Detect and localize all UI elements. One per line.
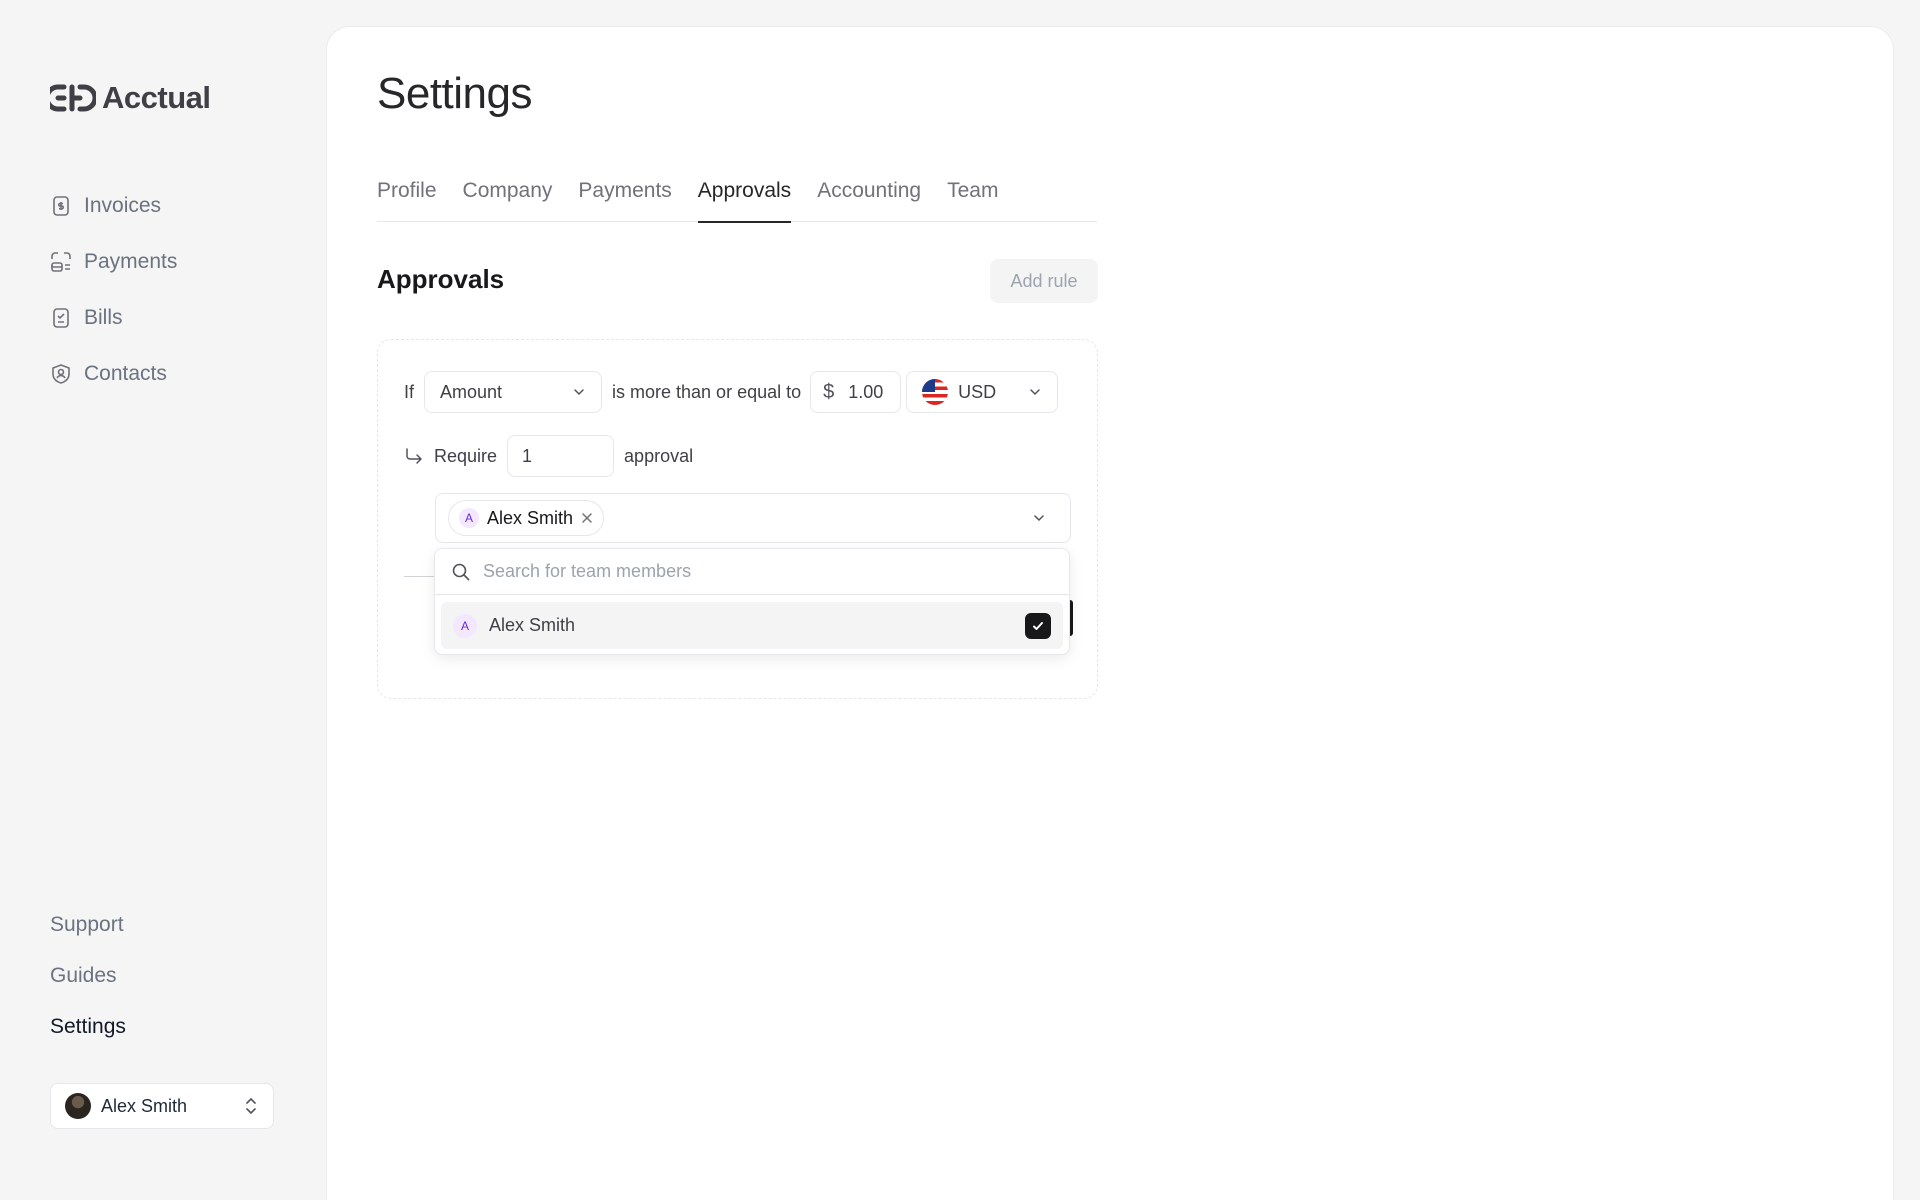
chevron-down-icon: [1034, 515, 1044, 522]
dropdown-option[interactable]: A Alex Smith: [441, 602, 1063, 649]
settings-tabs: Profile Company Payments Approvals Accou…: [377, 177, 1097, 223]
sidebar-item-invoices[interactable]: Invoices: [50, 178, 177, 234]
payments-icon: [51, 252, 71, 272]
add-rule-button[interactable]: Add rule: [990, 259, 1098, 303]
rule-condition-row: If Amount is more than or equal to $ 1.0…: [404, 371, 1059, 413]
divider: [404, 576, 434, 577]
amount-value: 1.00: [848, 381, 884, 402]
operator-text: is more than or equal to: [612, 381, 802, 402]
option-name: Alex Smith: [489, 615, 576, 635]
tab-payments[interactable]: Payments: [578, 177, 671, 222]
currency-select[interactable]: USD: [906, 371, 1059, 413]
tab-accounting[interactable]: Accounting: [817, 177, 921, 222]
brand-name: Acctual: [102, 80, 211, 115]
invoice-icon: [53, 196, 69, 216]
sidebar-nav: Invoices Payments Bills Contacts: [50, 178, 177, 402]
search-icon: [452, 563, 470, 580]
option-checkbox[interactable]: [1025, 612, 1051, 639]
chevron-down-icon: [1030, 389, 1040, 396]
rule-requirement-row: Require approval: [404, 435, 693, 477]
approvers-select[interactable]: A Alex Smith: [435, 493, 1071, 543]
logo-mark-icon: [50, 84, 96, 112]
sidebar-item-label: Payments: [84, 250, 178, 273]
team-member-dropdown: A Alex Smith: [434, 548, 1070, 655]
approval-label: approval: [624, 445, 694, 466]
approver-chip[interactable]: A Alex Smith: [448, 500, 605, 536]
save-button-edge[interactable]: [1070, 600, 1073, 636]
field-select[interactable]: Amount: [424, 371, 603, 413]
us-flag-icon: [922, 379, 949, 405]
avatar: A: [453, 613, 477, 638]
tab-company[interactable]: Company: [463, 177, 553, 222]
logo[interactable]: Acctual: [50, 80, 211, 116]
currency-code: USD: [958, 381, 997, 402]
chevron-up-down-icon: [246, 1097, 256, 1115]
sidebar-item-payments[interactable]: Payments: [50, 234, 177, 290]
sidebar-item-label: Contacts: [84, 362, 167, 385]
sidebar-item-support[interactable]: Support: [50, 899, 126, 950]
chevron-down-icon: [574, 389, 584, 396]
sidebar-item-bills[interactable]: Bills: [50, 290, 177, 346]
sidebar-item-contacts[interactable]: Contacts: [50, 346, 177, 402]
amount-input[interactable]: $ 1.00: [810, 371, 902, 413]
sidebar-item-settings[interactable]: Settings: [50, 1001, 126, 1052]
close-icon[interactable]: [581, 512, 593, 524]
dropdown-search: [435, 549, 1069, 595]
search-input[interactable]: [483, 561, 1053, 582]
avatar: [65, 1093, 91, 1119]
tab-approvals[interactable]: Approvals: [697, 177, 792, 223]
bills-icon: [53, 308, 69, 328]
approver-chip-name: Alex Smith: [487, 507, 574, 528]
approval-count-input[interactable]: [507, 435, 615, 477]
sidebar: Acctual Invoices Payments Bills Contacts: [0, 0, 326, 1200]
section-title: Approvals: [377, 264, 505, 294]
user-name: Alex Smith: [101, 1095, 188, 1116]
page-title: Settings: [377, 69, 532, 118]
user-switcher[interactable]: Alex Smith: [50, 1083, 274, 1129]
require-label: Require: [434, 445, 498, 466]
contacts-icon: [52, 364, 70, 384]
check-icon: [1033, 621, 1043, 630]
sidebar-bottom-nav: Support Guides Settings: [50, 899, 126, 1052]
sidebar-item-label: Invoices: [84, 194, 162, 217]
if-label: If: [404, 381, 415, 402]
tab-team[interactable]: Team: [947, 177, 998, 222]
sidebar-item-guides[interactable]: Guides: [50, 950, 126, 1001]
currency-symbol: $: [823, 380, 835, 403]
field-select-value: Amount: [440, 381, 503, 402]
sidebar-item-label: Bills: [84, 306, 123, 329]
tab-profile[interactable]: Profile: [377, 177, 437, 222]
return-arrow-icon: [406, 448, 422, 464]
avatar: A: [459, 508, 479, 528]
